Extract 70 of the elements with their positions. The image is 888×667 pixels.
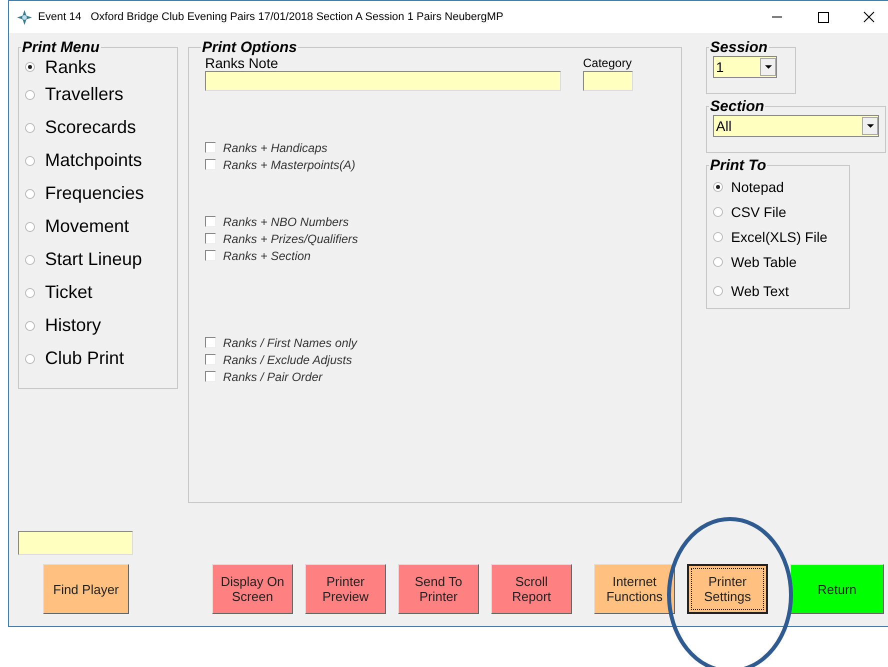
caret-icon <box>866 124 874 128</box>
action-button[interactable]: Scroll Report <box>491 564 572 614</box>
group-title: Print To <box>709 157 768 174</box>
group-title: Print Menu <box>21 39 100 56</box>
radio-option[interactable]: Travellers <box>25 78 171 111</box>
radio-option[interactable]: Ticket <box>25 276 171 309</box>
radio-button[interactable] <box>713 286 723 296</box>
radio-button[interactable] <box>713 182 723 192</box>
field-label: Category <box>583 56 633 71</box>
window-title: Event 14 Oxford Bridge Club Evening Pairs 17/01/2018 Section A Session 1 Pairs NeubergMP <box>38 11 504 23</box>
field-label: Ranks Note <box>205 56 278 71</box>
checkbox-option[interactable]: Ranks / Exclude Adjusts <box>205 351 665 368</box>
group-title: Session <box>709 39 769 56</box>
radio-option[interactable]: Club Print <box>25 342 171 375</box>
radio-button[interactable] <box>25 156 35 166</box>
checkbox[interactable] <box>205 354 216 365</box>
checkbox[interactable] <box>205 337 216 348</box>
checkbox[interactable] <box>205 233 216 244</box>
checkbox-option[interactable]: Ranks + Handicaps <box>205 139 665 156</box>
checkbox-option[interactable]: Ranks + Prizes/Qualifiers <box>205 230 665 247</box>
checkbox[interactable] <box>205 371 216 382</box>
radio-option[interactable]: Movement <box>25 210 171 243</box>
radio-option[interactable]: Web Text <box>713 274 843 307</box>
radio-button[interactable] <box>713 256 723 266</box>
action-button[interactable]: Printer Preview <box>305 564 386 614</box>
action-button[interactable]: Internet Functions <box>594 564 675 614</box>
input-field[interactable] <box>18 531 133 555</box>
radio-button[interactable] <box>25 254 35 264</box>
radio-button[interactable] <box>25 90 35 100</box>
radio-option[interactable]: Ranks <box>25 56 171 78</box>
radio-option[interactable]: Start Lineup <box>25 243 171 276</box>
checkbox[interactable] <box>205 142 216 153</box>
radio-button[interactable] <box>25 122 35 132</box>
checkbox-option[interactable]: Ranks + NBO Numbers <box>205 213 665 230</box>
checkbox[interactable] <box>205 250 216 261</box>
group-title: Section <box>709 98 766 115</box>
action-button[interactable]: Find Player <box>43 564 129 614</box>
session-dropdown[interactable]: 1 <box>713 56 777 78</box>
checkbox[interactable] <box>205 159 216 170</box>
radio-button[interactable] <box>25 62 35 72</box>
radio-button[interactable] <box>25 222 35 232</box>
radio-button[interactable] <box>713 206 723 216</box>
group-title: Print Options <box>201 39 298 56</box>
action-button[interactable]: Send To Printer <box>398 564 479 614</box>
input-field[interactable] <box>205 71 561 91</box>
radio-button[interactable] <box>25 288 35 298</box>
checkbox-option[interactable]: Ranks / Pair Order <box>205 368 665 385</box>
radio-option[interactable]: Scorecards <box>25 111 171 144</box>
action-button[interactable]: Return <box>790 564 884 614</box>
checkbox[interactable] <box>205 216 216 227</box>
caret-icon <box>764 65 772 69</box>
radio-option[interactable]: Notepad <box>713 174 843 199</box>
action-button[interactable]: Printer Settings <box>687 564 768 614</box>
input-field[interactable] <box>583 71 633 91</box>
checkbox-option[interactable]: Ranks / First Names only <box>205 334 665 351</box>
radio-option[interactable]: Web Table <box>713 249 843 274</box>
compass-icon <box>17 10 32 24</box>
radio-option[interactable]: Frequencies <box>25 177 171 210</box>
radio-button[interactable] <box>25 320 35 330</box>
radio-option[interactable]: Excel(XLS) File <box>713 224 843 249</box>
action-button[interactable]: Display On Screen <box>212 564 293 614</box>
radio-button[interactable] <box>25 188 35 198</box>
radio-option[interactable]: Matchpoints <box>25 144 171 177</box>
checkbox-option[interactable]: Ranks + Section <box>205 247 665 264</box>
checkbox-option[interactable]: Ranks + Masterpoints(A) <box>205 156 665 173</box>
radio-option[interactable]: CSV File <box>713 199 843 224</box>
radio-button[interactable] <box>25 354 35 364</box>
radio-button[interactable] <box>713 232 723 242</box>
radio-option[interactable]: History <box>25 309 171 342</box>
section-dropdown[interactable]: All <box>713 115 879 137</box>
